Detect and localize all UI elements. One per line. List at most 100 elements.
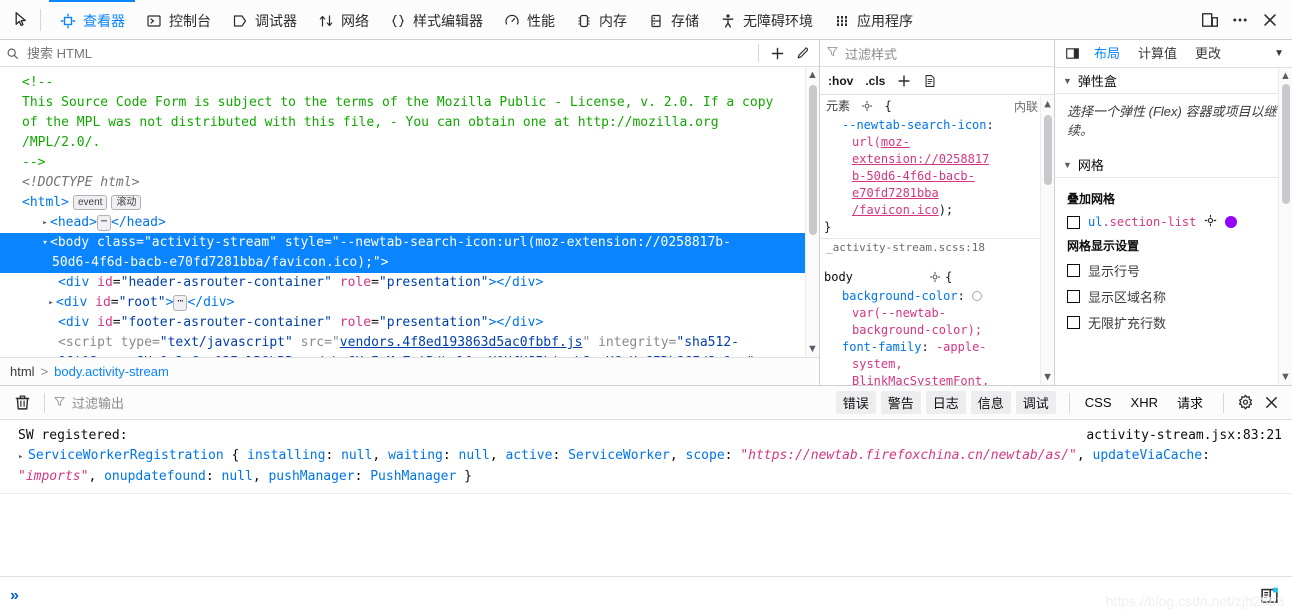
tab-accessibility[interactable]: 无障碍环境: [709, 0, 823, 39]
eyedropper-button[interactable]: [789, 42, 813, 64]
filter-warnings-button[interactable]: 警告: [880, 391, 921, 414]
console-message[interactable]: activity-stream.jsx:83:21 SW registered:…: [0, 420, 1292, 494]
extend-lines-infinitely-checkbox[interactable]: [1067, 316, 1080, 329]
declaration-value-part[interactable]: var(--newtab-: [852, 306, 946, 320]
url-value-part[interactable]: extension://0258817: [852, 152, 989, 166]
select-node-icon[interactable]: [857, 254, 941, 288]
show-line-numbers-checkbox[interactable]: [1067, 264, 1080, 277]
element-rule-selector[interactable]: 元素: [826, 99, 850, 113]
scrollbar-thumb[interactable]: [1282, 84, 1290, 204]
collapsed-children-ellipsis[interactable]: ⋯: [96, 215, 111, 231]
declaration-property[interactable]: font-family: [842, 340, 921, 354]
grid-color-swatch[interactable]: [1225, 216, 1238, 228]
markup-node-script[interactable]: <script type="text/javascript" src="vend…: [0, 333, 819, 357]
tab-layout[interactable]: 布局: [1085, 40, 1129, 67]
console-message-source[interactable]: activity-stream.jsx:83:21: [1086, 426, 1282, 446]
clear-console-button[interactable]: [8, 390, 36, 416]
filter-xhr-button[interactable]: XHR: [1124, 393, 1165, 412]
declaration-value-part[interactable]: system,: [852, 357, 903, 371]
tab-memory[interactable]: 内存: [565, 0, 637, 39]
badge-scroll[interactable]: 滚动: [111, 195, 142, 210]
markup-scrollbar[interactable]: ▲ ▼: [805, 67, 819, 357]
devtools-menu-button[interactable]: [1226, 6, 1254, 34]
markup-node-header-container[interactable]: <div id="header-asrouter-container" role…: [0, 273, 819, 293]
print-styles-button[interactable]: [923, 74, 937, 88]
declaration-property[interactable]: background-color: [842, 289, 958, 303]
select-node-icon[interactable]: [861, 100, 873, 115]
tab-network[interactable]: 网络: [307, 0, 379, 39]
scroll-down-icon[interactable]: ▼: [1279, 371, 1292, 383]
grid-element-selector[interactable]: ul.section-list: [1088, 215, 1196, 229]
url-value-part[interactable]: b-50d6-4f6d-bacb-: [852, 169, 975, 183]
badge-event[interactable]: event: [72, 195, 108, 210]
scroll-up-icon[interactable]: ▲: [1041, 95, 1054, 110]
url-value-part[interactable]: e70fd7281bba: [852, 186, 939, 200]
body-rule-selector[interactable]: body: [824, 270, 853, 284]
scroll-up-icon[interactable]: ▲: [1279, 68, 1292, 82]
search-input[interactable]: [25, 44, 752, 62]
breadcrumb-item-html[interactable]: html: [10, 364, 35, 379]
rules-scrollbar[interactable]: ▲ ▼: [1040, 95, 1054, 385]
url-value-part[interactable]: moz-: [881, 135, 910, 149]
filter-info-button[interactable]: 信息: [970, 391, 1011, 414]
filter-errors-button[interactable]: 错误: [835, 391, 876, 414]
select-node-icon[interactable]: [1204, 214, 1217, 230]
collapse-twisty[interactable]: ▾: [40, 233, 50, 253]
markup-node-html[interactable]: <html> event 滚动: [0, 193, 819, 213]
pseudo-class-toggle[interactable]: :hov: [828, 74, 853, 88]
close-console-button[interactable]: [1258, 390, 1284, 416]
declaration-value-part[interactable]: -apple-: [936, 340, 987, 354]
scroll-up-icon[interactable]: ▲: [807, 67, 818, 83]
script-src-value[interactable]: vendors.4f8ed193863d5ac0fbbf.js: [340, 335, 583, 350]
expand-twisty[interactable]: ▸: [40, 213, 50, 233]
sidebar-toggle-button[interactable]: [1059, 46, 1085, 61]
filter-logs-button[interactable]: 日志: [925, 391, 966, 414]
declaration-value-part[interactable]: background-color);: [852, 323, 982, 337]
tab-style-editor[interactable]: 样式编辑器: [379, 0, 493, 39]
expand-object-twisty[interactable]: ▸: [18, 447, 28, 467]
declaration-value-part[interactable]: BlinkMacSystemFont,: [852, 374, 989, 385]
tab-performance[interactable]: 性能: [493, 0, 565, 39]
add-rule-button[interactable]: [897, 74, 911, 88]
url-value-part[interactable]: /favicon.ico: [852, 203, 939, 217]
markup-node-root[interactable]: ▸ <div id="root"> ⋯ </div>: [0, 293, 819, 313]
split-console-button[interactable]: [1256, 583, 1282, 609]
tab-computed[interactable]: 计算值: [1129, 40, 1186, 67]
tab-inspector[interactable]: 查看器: [49, 0, 135, 39]
markup-node-body-selected[interactable]: ▾ <body class="activity-stream" style="--…: [0, 233, 819, 273]
layout-scrollbar[interactable]: ▲ ▼: [1278, 68, 1292, 385]
element-picker-button[interactable]: [6, 5, 36, 35]
scrollbar-thumb[interactable]: [808, 85, 817, 235]
breadcrumb-item-body[interactable]: body.activity-stream: [54, 364, 169, 379]
close-devtools-button[interactable]: [1256, 6, 1284, 34]
console-settings-button[interactable]: [1232, 390, 1258, 416]
filter-requests-button[interactable]: 请求: [1170, 391, 1210, 414]
layout-overflow-button[interactable]: ▼: [1266, 48, 1292, 59]
custom-property-name[interactable]: --newtab-search-icon: [842, 118, 987, 132]
filter-css-button[interactable]: CSS: [1078, 393, 1119, 412]
class-toggle[interactable]: .cls: [865, 74, 885, 88]
grid-section-header[interactable]: ▼ 网格: [1055, 152, 1292, 178]
body-rule-source[interactable]: _activity-stream.scss:18: [820, 238, 1054, 254]
scroll-down-icon[interactable]: ▼: [807, 341, 818, 357]
console-filter-input[interactable]: 过滤输出: [72, 393, 124, 412]
responsive-design-mode-button[interactable]: [1196, 6, 1224, 34]
collapsed-children-ellipsis[interactable]: ⋯: [173, 295, 188, 311]
grid-overlay-checkbox[interactable]: [1067, 215, 1080, 229]
filter-debug-button[interactable]: 调试: [1015, 391, 1056, 414]
object-class-name[interactable]: ServiceWorkerRegistration: [28, 448, 224, 463]
tab-changes[interactable]: 更改: [1186, 40, 1230, 67]
color-swatch[interactable]: [972, 291, 983, 301]
markup-node-footer-container[interactable]: <div id="footer-asrouter-container" role…: [0, 313, 819, 333]
add-new-node-button[interactable]: [765, 42, 789, 64]
show-area-names-checkbox[interactable]: [1067, 290, 1080, 303]
scroll-down-icon[interactable]: ▼: [1041, 370, 1054, 383]
rules-filter-input[interactable]: 过滤样式: [845, 44, 897, 63]
tab-application[interactable]: 应用程序: [823, 0, 923, 39]
scrollbar-thumb[interactable]: [1044, 115, 1052, 185]
markup-node-head[interactable]: ▸ <head> ⋯ </head>: [0, 213, 819, 233]
tab-debugger[interactable]: 调试器: [221, 0, 307, 39]
expand-twisty[interactable]: ▸: [46, 293, 56, 313]
tab-storage[interactable]: 存储: [637, 0, 709, 39]
tab-console[interactable]: 控制台: [135, 0, 221, 39]
